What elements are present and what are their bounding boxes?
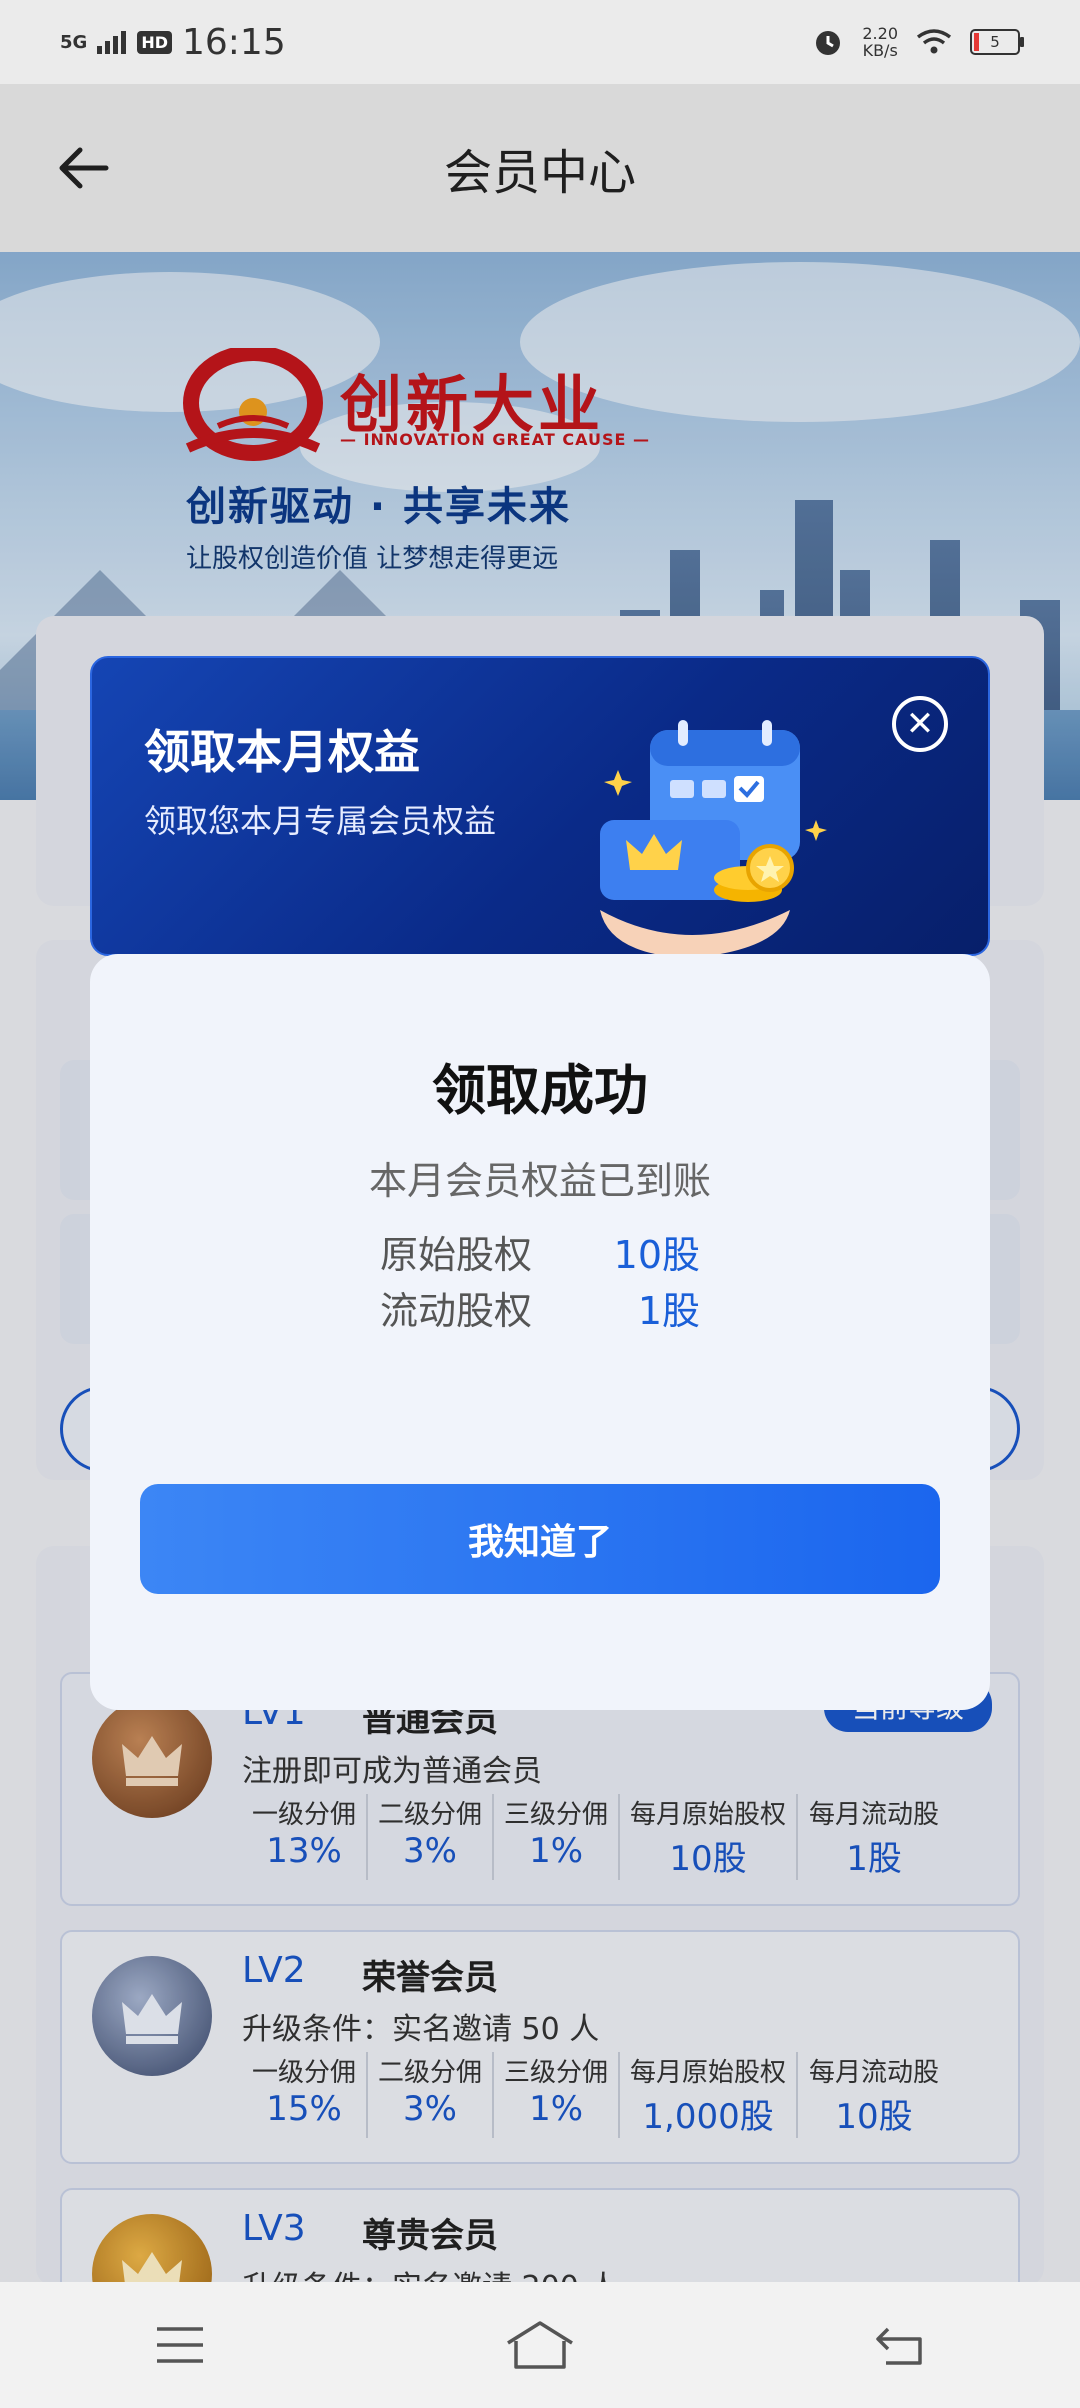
- signal-icon: [97, 31, 127, 54]
- menu-icon[interactable]: [140, 2315, 220, 2375]
- battery-icon: 5: [970, 29, 1024, 55]
- system-nav-bar: [0, 2282, 1080, 2408]
- alarm-icon: [816, 31, 841, 55]
- network-speed: 2.20 KB/s: [862, 25, 898, 59]
- status-bar: 5G HD 16:15 2.20 KB/s 5: [0, 0, 1080, 84]
- battery-level: 5: [990, 33, 1000, 51]
- speed-unit: KB/s: [862, 41, 898, 60]
- row-label: 原始股权: [380, 1233, 533, 1277]
- success-dialog: 领取成功 本月会员权益已到账 原始股权 10股 流动股权 1股 我知道了: [90, 954, 990, 1710]
- row-value: 10股: [613, 1233, 700, 1277]
- dialog-message: 本月会员权益已到账: [368, 1159, 711, 1203]
- rights-title: 领取本月权益: [144, 725, 420, 779]
- dialog-row-liquid-equity: 流动股权 1股: [90, 1280, 990, 1335]
- home-icon[interactable]: [500, 2315, 580, 2375]
- wifi-icon: [916, 29, 952, 54]
- dialog-title: 领取成功: [432, 1059, 648, 1122]
- rights-subtitle: 领取您本月专属会员权益: [144, 802, 497, 840]
- status-left: 5G HD 16:15: [60, 22, 286, 63]
- dialog-row-original-equity: 原始股权 10股: [90, 1224, 990, 1279]
- monthly-rights-card: 领取本月权益 领取您本月专属会员权益 ✕: [90, 656, 990, 956]
- close-circle-icon[interactable]: ✕: [892, 696, 948, 752]
- row-label: 流动股权: [380, 1289, 533, 1333]
- back-nav-icon[interactable]: [860, 2315, 940, 2375]
- speed-value: 2.20: [862, 24, 898, 43]
- network-indicator: 5G: [60, 31, 88, 53]
- clock: 16:15: [181, 21, 286, 63]
- hd-badge: HD: [137, 30, 172, 54]
- row-value: 1股: [637, 1289, 700, 1333]
- calendar-gift-illustration-icon: [600, 720, 827, 954]
- got-it-button[interactable]: 我知道了: [140, 1484, 940, 1594]
- status-right: 2.20 KB/s 5: [812, 25, 1024, 59]
